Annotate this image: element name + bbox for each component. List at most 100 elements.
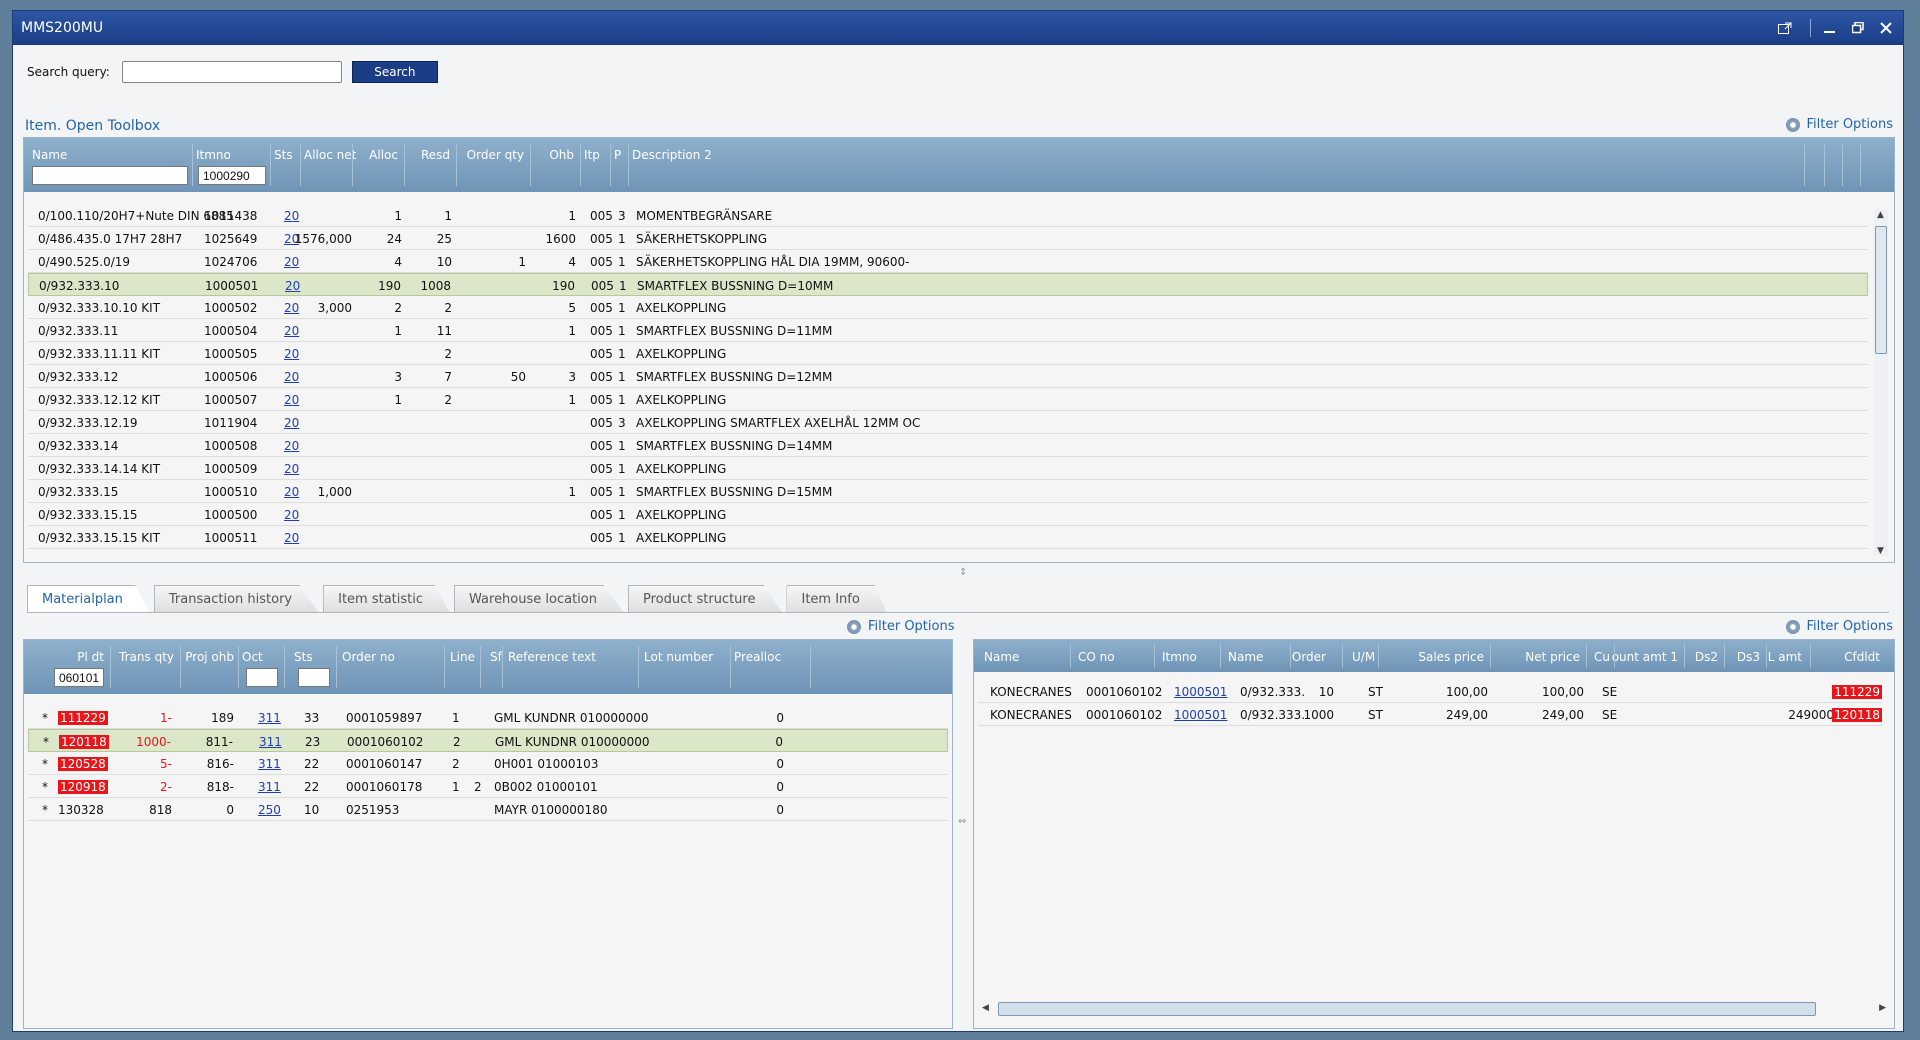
status-link[interactable]: 20 <box>284 347 299 361</box>
column-divider[interactable] <box>1824 144 1825 186</box>
status-link[interactable]: 20 <box>284 209 299 223</box>
table-row[interactable]: * 120118 1000- 811- 311 23 0001060102 2 GML KUND… <box>28 729 948 752</box>
oct-filter-input[interactable] <box>246 668 278 687</box>
column-divider[interactable] <box>284 646 285 688</box>
table-row[interactable]: * 120528 5- 816- 311 22 0001060147 2 0H001 01000… <box>28 752 948 775</box>
column-divider[interactable] <box>1614 644 1615 668</box>
column-header[interactable]: Cu <box>1594 650 1610 664</box>
column-header[interactable]: Name <box>32 148 67 162</box>
table-row[interactable]: 0/932.333.14 1000508 20 005 1 SMARTFLEX BUSSN… <box>28 434 1868 457</box>
column-header[interactable]: Sts <box>274 148 293 162</box>
oct-link[interactable]: 250 <box>258 803 281 817</box>
column-header[interactable]: Name <box>1228 650 1263 664</box>
status-link[interactable]: 20 <box>284 439 299 453</box>
column-header[interactable]: Ds2 <box>1695 650 1718 664</box>
tab-transaction-history[interactable]: Transaction history <box>153 585 320 613</box>
column-divider[interactable] <box>1586 644 1587 668</box>
column-header[interactable]: Order <box>1292 650 1326 664</box>
column-header[interactable]: Description 2 <box>632 148 712 162</box>
column-header[interactable]: Alloc net <box>304 148 356 162</box>
sts-filter-input[interactable] <box>298 668 330 687</box>
status-link[interactable]: 20 <box>284 531 299 545</box>
table-row[interactable]: 0/932.333.11.11 KIT 1000505 20 2 005 1 AXELKOP… <box>28 342 1868 365</box>
column-header[interactable]: Itmno <box>1162 650 1197 664</box>
column-header[interactable]: Lot number <box>644 650 713 664</box>
column-header[interactable]: Pl dt <box>77 650 104 664</box>
status-link[interactable]: 20 <box>284 370 299 384</box>
scrollbar-thumb[interactable] <box>1875 226 1887 354</box>
column-divider[interactable] <box>192 144 193 186</box>
column-header[interactable]: Prealloc <box>734 650 781 664</box>
status-link[interactable]: 20 <box>284 255 299 269</box>
column-divider[interactable] <box>730 646 731 688</box>
column-divider[interactable] <box>1342 644 1343 668</box>
column-divider[interactable] <box>1378 644 1379 668</box>
column-header[interactable]: Resd <box>421 148 450 162</box>
column-header[interactable]: Itmno <box>196 148 231 162</box>
scroll-down-icon[interactable]: ▼ <box>1877 546 1884 556</box>
item-grid-scrollbar[interactable]: ▲ ▼ <box>1874 210 1888 556</box>
column-divider[interactable] <box>1154 644 1155 668</box>
column-header[interactable]: Proj ohb <box>185 650 234 664</box>
column-divider[interactable] <box>1842 144 1843 186</box>
column-divider[interactable] <box>502 646 503 688</box>
column-header[interactable]: Name <box>984 650 1019 664</box>
column-divider[interactable] <box>238 646 239 688</box>
tab-product-structure[interactable]: Product structure <box>627 585 783 613</box>
table-row[interactable]: 0/932.333.12 1000506 20 3 7 50 3 005 1 SMARTFLEX … <box>28 365 1868 388</box>
column-header[interactable]: Sf <box>490 650 502 664</box>
itmno-link[interactable]: 1000501 <box>1174 685 1227 699</box>
status-link[interactable]: 20 <box>284 462 299 476</box>
column-divider[interactable] <box>610 144 611 186</box>
popout-icon[interactable] <box>1774 17 1796 39</box>
column-divider[interactable] <box>352 144 353 186</box>
hscrollbar-thumb[interactable] <box>998 1002 1816 1016</box>
column-header[interactable]: Ohb <box>549 148 574 162</box>
status-link[interactable]: 20 <box>284 324 299 338</box>
column-divider[interactable] <box>638 646 639 688</box>
column-header[interactable]: L amt <box>1768 650 1802 664</box>
column-divider[interactable] <box>1804 144 1805 186</box>
restore-icon[interactable] <box>1847 17 1869 39</box>
column-header[interactable]: Reference text <box>508 650 596 664</box>
table-row[interactable]: KONECRANES 0001060102 1000501 0/932.333. 10 S… <box>978 680 1882 703</box>
column-header[interactable]: Trans qty <box>119 650 174 664</box>
oct-link[interactable]: 311 <box>259 735 282 749</box>
scroll-up-icon[interactable]: ▲ <box>1877 210 1884 220</box>
column-header[interactable]: Itp <box>584 148 600 162</box>
column-header[interactable]: Sales price <box>1418 650 1484 664</box>
table-row[interactable]: 0/932.333.12.12 KIT 1000507 20 1 2 1 005 1 AXELK… <box>28 388 1868 411</box>
itmno-link[interactable]: 1000501 <box>1174 708 1227 722</box>
column-header[interactable]: Sts <box>294 650 313 664</box>
column-divider[interactable] <box>270 144 271 186</box>
column-divider[interactable] <box>628 144 629 186</box>
status-link[interactable]: 20 <box>284 508 299 522</box>
status-link[interactable]: 20 <box>285 279 300 293</box>
column-divider[interactable] <box>1860 144 1861 186</box>
status-link[interactable]: 20 <box>284 416 299 430</box>
oct-link[interactable]: 311 <box>258 711 281 725</box>
top-filter-options[interactable]: Filter Options <box>1785 117 1893 132</box>
pldt-filter-input[interactable] <box>54 668 104 687</box>
column-divider[interactable] <box>1724 644 1725 668</box>
column-divider[interactable] <box>580 144 581 186</box>
column-header[interactable]: Line <box>450 650 475 664</box>
column-divider[interactable] <box>336 646 337 688</box>
table-row[interactable]: 0/932.333.14.14 KIT 1000509 20 005 1 AXELKOPP… <box>28 457 1868 480</box>
column-divider[interactable] <box>444 646 445 688</box>
table-row[interactable]: KONECRANES 0001060102 1000501 0/932.333. 100… <box>978 703 1882 726</box>
table-row[interactable]: 0/490.525.0/19 1024706 20 4 10 1 4 005 1 SÄKERHET… <box>28 250 1868 273</box>
column-header[interactable]: Net price <box>1525 650 1580 664</box>
column-header[interactable]: Order qty <box>467 148 524 162</box>
column-header[interactable]: CO no <box>1078 650 1115 664</box>
column-divider[interactable] <box>1490 644 1491 668</box>
close-icon[interactable] <box>1875 17 1897 39</box>
column-divider[interactable] <box>1220 644 1221 668</box>
column-divider[interactable] <box>1070 644 1071 668</box>
column-divider[interactable] <box>404 144 405 186</box>
column-divider[interactable] <box>1766 644 1767 668</box>
tab-warehouse-location[interactable]: Warehouse location <box>454 585 624 613</box>
minimize-icon[interactable] <box>1819 17 1841 39</box>
column-divider[interactable] <box>300 144 301 186</box>
column-header[interactable]: Cfdldt <box>1844 650 1880 664</box>
